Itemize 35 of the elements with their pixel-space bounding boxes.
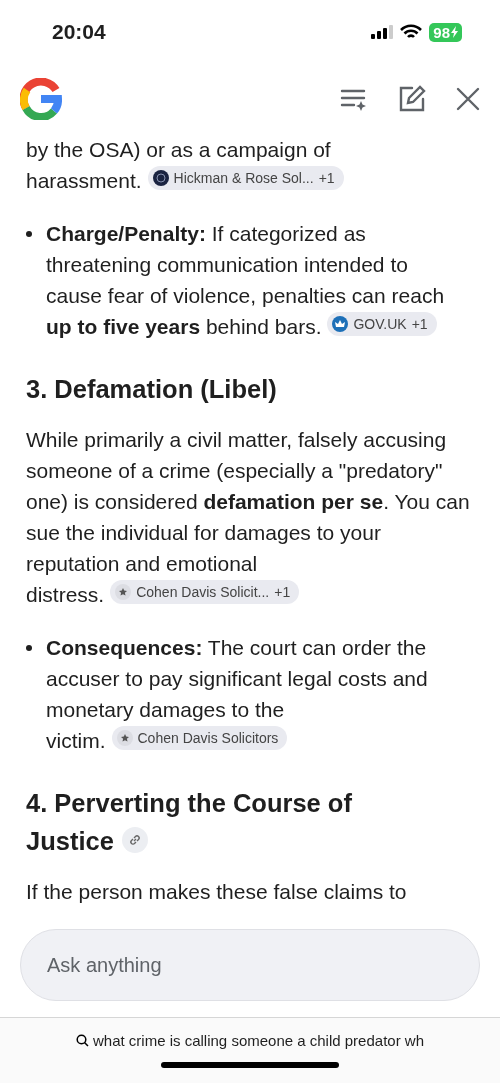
source-chip[interactable]: Cohen Davis Solicit... +1 xyxy=(110,580,300,604)
paragraph-text: by the OSA) or as a campaign of xyxy=(26,138,331,161)
source-name: Cohen Davis Solicitors xyxy=(137,729,279,748)
paragraph-text: harassment. xyxy=(26,169,142,192)
paragraph-text: If the person makes these false claims to xyxy=(26,880,407,903)
signal-icon xyxy=(371,25,394,39)
source-name: GOV.UK xyxy=(353,315,407,334)
source-name: Cohen Davis Solicit... xyxy=(136,583,270,602)
edit-icon[interactable] xyxy=(398,85,426,113)
paragraph-text: distress. xyxy=(26,583,105,606)
crown-icon xyxy=(332,316,349,332)
section-heading: 4. Perverting the Course of xyxy=(26,789,352,817)
source-chip[interactable]: Cohen Davis Solicitors xyxy=(111,726,288,750)
source-chip[interactable]: GOV.UK +1 xyxy=(327,312,437,336)
close-icon[interactable] xyxy=(456,87,480,111)
bullet-dot xyxy=(26,231,32,237)
ask-input-field[interactable]: Ask anything xyxy=(20,929,480,1001)
source-name: Hickman & Rose Sol... xyxy=(173,169,314,188)
battery-indicator: 98 xyxy=(429,22,462,42)
paragraph-text: victim. xyxy=(46,729,106,752)
link-icon[interactable] xyxy=(121,827,148,853)
query-text[interactable]: what crime is calling someone a child predator wh xyxy=(93,1032,424,1049)
section-heading: 3. Defamation (Libel) xyxy=(26,375,277,403)
bullet-dot xyxy=(26,645,32,651)
section-heading: Justice xyxy=(26,827,114,855)
source-count: +1 xyxy=(318,169,335,188)
source-count: +1 xyxy=(274,583,291,602)
search-icon xyxy=(76,1034,89,1047)
source-count: +1 xyxy=(411,315,428,334)
paragraph-text: up to five years behind bars. xyxy=(46,315,322,338)
wifi-icon xyxy=(400,24,423,40)
logo-icon xyxy=(152,170,169,186)
source-chip[interactable]: Hickman & Rose Sol... +1 xyxy=(147,166,344,190)
status-time: 20:04 xyxy=(52,20,106,44)
google-logo xyxy=(20,78,62,120)
